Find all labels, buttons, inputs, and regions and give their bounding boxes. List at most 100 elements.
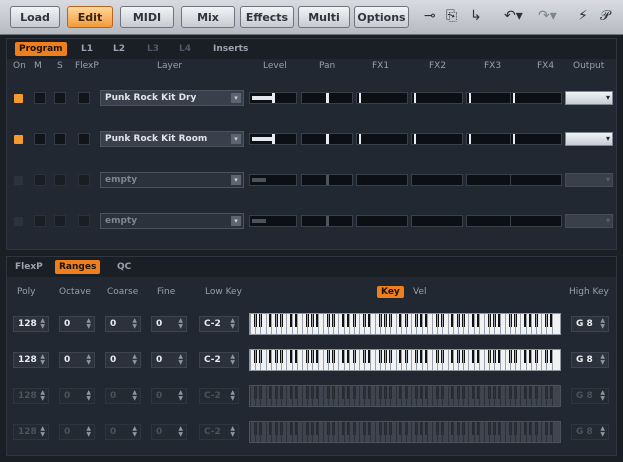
white-key[interactable]	[385, 386, 387, 406]
white-key[interactable]	[432, 422, 433, 442]
white-key[interactable]	[463, 314, 465, 334]
fine-field[interactable]: 0 ▲ ▼	[151, 388, 187, 404]
white-key[interactable]	[281, 422, 283, 442]
load-button[interactable]: Load	[10, 6, 60, 28]
level-slider[interactable]	[249, 133, 297, 145]
white-key[interactable]	[442, 314, 444, 334]
white-key[interactable]	[551, 386, 553, 406]
octave-field[interactable]: 0 ▲ ▼	[59, 316, 95, 332]
fx4-handle[interactable]	[513, 93, 515, 103]
white-key[interactable]	[421, 350, 423, 370]
white-key[interactable]	[374, 314, 376, 334]
white-key[interactable]	[494, 314, 496, 334]
white-key[interactable]	[489, 314, 491, 334]
white-key[interactable]	[499, 314, 501, 334]
white-key[interactable]	[385, 422, 387, 442]
white-key[interactable]	[437, 422, 439, 442]
white-key[interactable]	[317, 422, 319, 442]
white-key[interactable]	[520, 422, 522, 442]
white-key[interactable]	[270, 386, 272, 406]
white-key[interactable]	[380, 422, 381, 442]
white-key[interactable]	[359, 386, 361, 406]
route-icon[interactable]: ↳	[470, 8, 482, 24]
white-key[interactable]	[307, 350, 309, 370]
white-key[interactable]	[250, 314, 251, 334]
white-key[interactable]	[281, 386, 283, 406]
fx1-send[interactable]	[356, 92, 408, 104]
white-key[interactable]	[473, 386, 475, 406]
white-key[interactable]	[447, 422, 449, 442]
white-key[interactable]	[390, 422, 392, 442]
white-key[interactable]	[452, 422, 454, 442]
white-key[interactable]	[530, 422, 532, 442]
flexp-toggle[interactable]	[78, 215, 90, 227]
white-key[interactable]	[328, 422, 329, 442]
white-key[interactable]	[458, 386, 459, 406]
white-key[interactable]	[473, 314, 475, 334]
white-key[interactable]	[286, 422, 288, 442]
white-key[interactable]	[525, 386, 527, 406]
level-slider[interactable]	[249, 92, 297, 104]
redo-icon[interactable]: ↷▾	[538, 8, 557, 24]
pan-slider[interactable]	[301, 174, 353, 186]
white-key[interactable]	[270, 422, 272, 442]
layer-on-toggle[interactable]	[14, 217, 23, 226]
white-key[interactable]	[452, 314, 454, 334]
white-key[interactable]	[291, 314, 293, 334]
white-key[interactable]	[260, 386, 262, 406]
tab-l4[interactable]: L4	[179, 42, 191, 56]
white-key[interactable]	[317, 350, 319, 370]
white-key[interactable]	[296, 350, 298, 370]
white-key[interactable]	[416, 350, 418, 370]
poly-field[interactable]: 128 ▲ ▼	[13, 316, 49, 332]
white-key[interactable]	[478, 386, 480, 406]
layer-on-toggle[interactable]	[14, 94, 23, 103]
white-key[interactable]	[437, 386, 439, 406]
white-key[interactable]	[437, 314, 439, 334]
white-key[interactable]	[312, 422, 314, 442]
white-key[interactable]	[421, 422, 423, 442]
octave-field[interactable]: 0 ▲ ▼	[59, 388, 95, 404]
fx4-send[interactable]	[510, 174, 562, 186]
white-key[interactable]	[322, 350, 324, 370]
white-key[interactable]	[359, 314, 361, 334]
white-key[interactable]	[348, 314, 350, 334]
white-key[interactable]	[260, 350, 262, 370]
tab-flexp[interactable]: FlexP	[15, 260, 43, 274]
solo-button[interactable]	[54, 215, 66, 227]
white-key[interactable]	[468, 314, 470, 334]
white-key[interactable]	[380, 386, 381, 406]
white-key[interactable]	[359, 350, 361, 370]
white-key[interactable]	[546, 314, 548, 334]
white-key[interactable]	[400, 314, 402, 334]
white-key[interactable]	[276, 314, 277, 334]
white-key[interactable]	[281, 350, 283, 370]
white-key[interactable]	[338, 350, 340, 370]
white-key[interactable]	[515, 350, 517, 370]
mix-button[interactable]: Mix	[181, 6, 235, 28]
key-range-keyboard[interactable]	[249, 421, 561, 443]
tab-program[interactable]: Program	[15, 42, 67, 56]
white-key[interactable]	[426, 386, 428, 406]
white-key[interactable]	[421, 386, 423, 406]
white-key[interactable]	[270, 314, 272, 334]
white-key[interactable]	[270, 350, 272, 370]
white-key[interactable]	[515, 422, 517, 442]
options-button[interactable]: Options	[354, 6, 409, 28]
white-key[interactable]	[416, 422, 418, 442]
white-key[interactable]	[411, 314, 413, 334]
white-key[interactable]	[530, 314, 532, 334]
solo-button[interactable]	[54, 133, 66, 145]
high-key-field[interactable]: G 8 ▲ ▼	[571, 352, 609, 368]
wand-icon[interactable]: ⚡	[578, 8, 588, 24]
white-key[interactable]	[395, 314, 397, 334]
white-key[interactable]	[302, 422, 303, 442]
white-key[interactable]	[348, 422, 350, 442]
white-key[interactable]	[343, 350, 345, 370]
white-key[interactable]	[307, 314, 309, 334]
white-key[interactable]	[307, 386, 309, 406]
fx1-send[interactable]	[356, 174, 408, 186]
edit-button[interactable]: Edit	[67, 6, 113, 28]
white-key[interactable]	[473, 422, 475, 442]
white-key[interactable]	[260, 314, 262, 334]
